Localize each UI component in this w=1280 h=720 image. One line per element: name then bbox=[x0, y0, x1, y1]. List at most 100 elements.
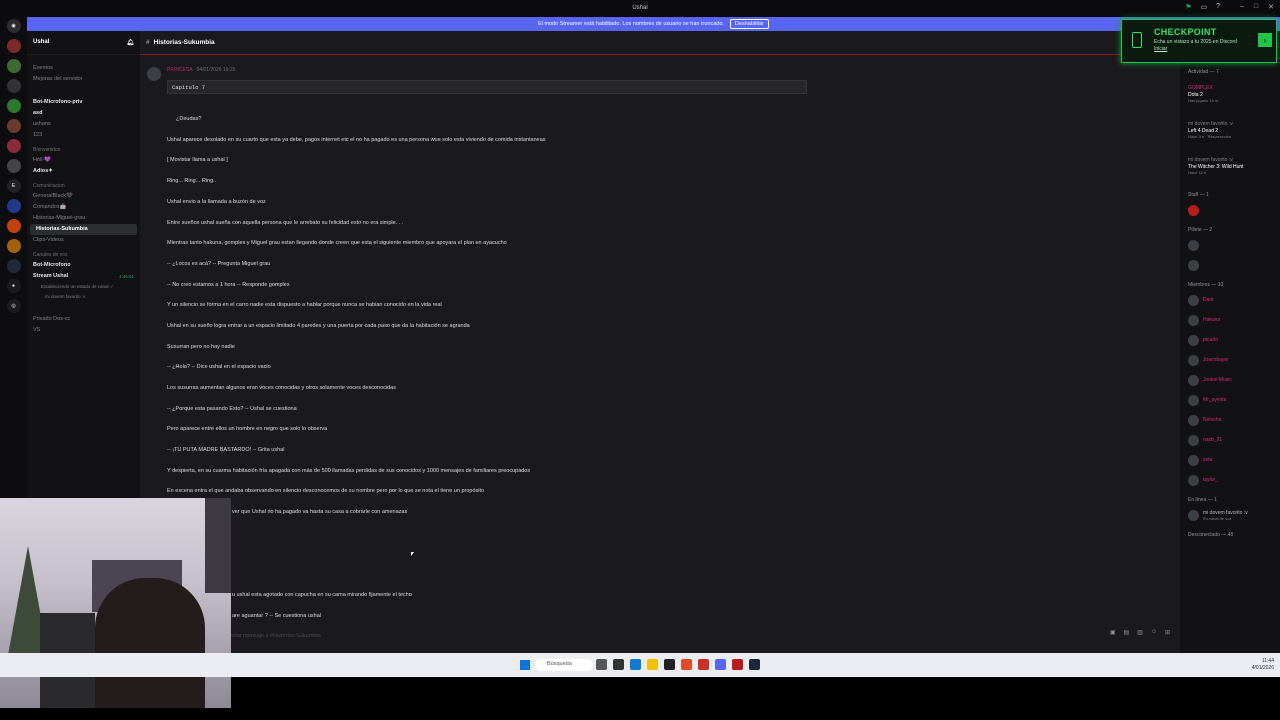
server-icon[interactable] bbox=[6, 119, 21, 133]
emoji-icon[interactable]: ☺ bbox=[1151, 629, 1157, 636]
add-server-icon[interactable]: ● bbox=[6, 279, 21, 293]
channel-item[interactable]: Comandos🤖 bbox=[27, 202, 140, 213]
activity-header: Actividad — 7 bbox=[1188, 69, 1219, 75]
staff-header: Staff — 1 bbox=[1188, 192, 1209, 198]
channel-item[interactable]: Clips-Videos bbox=[27, 235, 140, 246]
taskbar-clock[interactable]: 11:44 4/01/2026 bbox=[1252, 658, 1274, 672]
server-icon[interactable] bbox=[6, 159, 21, 173]
channel-item[interactable]: Holi-💜 bbox=[27, 155, 140, 166]
member-item[interactable]: ptcarlo bbox=[1180, 330, 1280, 350]
notification-bell-icon[interactable]: 🔔︎ bbox=[126, 39, 134, 46]
disable-streamer-button[interactable]: Deshabilitar bbox=[729, 19, 769, 29]
gif-icon[interactable]: ▤ bbox=[1123, 629, 1129, 636]
server-icon[interactable]: E bbox=[6, 179, 21, 193]
member-item[interactable]: Jookie Music bbox=[1180, 370, 1280, 390]
server-header[interactable]: Ushal 🔔︎ bbox=[27, 31, 140, 55]
server-icon[interactable] bbox=[6, 259, 21, 273]
activity-item[interactable]: GOMPLEX Dota 2 Has jugado 16 m bbox=[1180, 77, 1280, 113]
avatar[interactable] bbox=[147, 67, 161, 81]
help-icon[interactable]: ? bbox=[1216, 3, 1220, 11]
server-icon[interactable] bbox=[6, 39, 21, 53]
server-icon[interactable] bbox=[6, 79, 21, 93]
message-author[interactable]: PRINCESA bbox=[167, 67, 193, 73]
windows-taskbar: Búsqueda 11:44 4/01/2026 bbox=[0, 653, 1280, 677]
channel-item[interactable]: Historias-Miguel-grau bbox=[27, 213, 140, 224]
checkpoint-subtitle: Echa un vistazo a tu 2025 en Discord Ini… bbox=[1154, 39, 1237, 52]
maximize-button[interactable]: □ bbox=[1254, 3, 1258, 11]
message-line: Ushal aparece desolado en su cuarto que … bbox=[167, 137, 546, 143]
channel-item-active[interactable]: Historias-Sukumbia bbox=[30, 224, 137, 235]
member-item[interactable]: Hakuna bbox=[1180, 310, 1280, 330]
server-icon[interactable] bbox=[6, 99, 21, 113]
events-item[interactable]: Eventos bbox=[27, 63, 140, 74]
category-bienvenidos[interactable]: Bienvenidos bbox=[27, 145, 140, 155]
member-item[interactable]: Nelsoho bbox=[1180, 410, 1280, 430]
member-item[interactable]: nazb_21 bbox=[1180, 430, 1280, 450]
server-icon[interactable] bbox=[6, 199, 21, 213]
server-icon[interactable] bbox=[6, 219, 21, 233]
steam-icon[interactable] bbox=[749, 659, 760, 670]
brave-icon[interactable] bbox=[681, 659, 692, 670]
message-line: u ushal esta agotado con capucha en su c… bbox=[232, 592, 412, 598]
sticker-icon[interactable]: ▥ bbox=[1137, 629, 1143, 636]
server-icon[interactable] bbox=[6, 139, 21, 153]
minimize-button[interactable]: – bbox=[1240, 3, 1244, 11]
member-item[interactable]: zeta bbox=[1180, 450, 1280, 470]
file-icon[interactable] bbox=[613, 659, 624, 670]
voice-user[interactable]: mi dovem favorito :v bbox=[27, 291, 140, 302]
voice-channel-item[interactable]: VS bbox=[27, 325, 140, 336]
message-line: -- ¿Locos es acá? -- Pregunta Miguel gra… bbox=[167, 261, 271, 267]
app-icon[interactable] bbox=[698, 659, 709, 670]
message-composer[interactable]: Enviar mensaje a #Historias-Sukumbia bbox=[226, 629, 1166, 643]
checkpoint-promo[interactable]: CHECKPOINT Echa un vistazo a tu 2025 en … bbox=[1121, 19, 1277, 63]
channel-item[interactable]: 123 bbox=[27, 130, 140, 141]
apps-icon[interactable]: ⊞ bbox=[1165, 629, 1170, 636]
member-item[interactable] bbox=[1180, 235, 1280, 255]
members-group: Dani Hakuna ptcarlo Joacobayer Jookie Music M… bbox=[1180, 290, 1280, 490]
task-view-icon[interactable] bbox=[596, 659, 607, 670]
explore-icon[interactable]: ◎ bbox=[6, 299, 21, 313]
voice-channel-item[interactable]: Bot-Microfono bbox=[27, 260, 140, 271]
folder-icon[interactable] bbox=[647, 659, 658, 670]
member-name: Nelsoho bbox=[1203, 417, 1222, 423]
app-icon[interactable] bbox=[732, 659, 743, 670]
member-item[interactable]: mi dovem favorito :v En canal de voz bbox=[1180, 505, 1280, 525]
activity-item[interactable]: mi dovem favorito :v The Witcher 3: Wild… bbox=[1180, 149, 1280, 185]
member-item[interactable]: Joacobayer bbox=[1180, 350, 1280, 370]
member-item[interactable]: Mr_ayesta bbox=[1180, 390, 1280, 410]
avatar bbox=[1188, 394, 1199, 406]
activity-text: mi dovem favorito :v Left 4 Dead 2 Hace … bbox=[1188, 121, 1233, 140]
category-comunicacion[interactable]: Comunicacion bbox=[27, 181, 140, 191]
windows-start-icon[interactable] bbox=[520, 660, 530, 670]
category-voice[interactable]: Canales de voz bbox=[27, 250, 140, 260]
message-line: Los susurras aumentan algunos eran voces… bbox=[167, 385, 396, 391]
flag-icon[interactable]: ⚑ bbox=[1185, 3, 1191, 11]
server-icon[interactable] bbox=[6, 59, 21, 73]
message-header: PRINCESA 04/01/2026 19:26 bbox=[167, 67, 236, 73]
discord-icon[interactable] bbox=[715, 659, 726, 670]
channel-item[interactable]: Adios✦ bbox=[27, 166, 140, 177]
channel-item[interactable]: ushans bbox=[27, 119, 140, 130]
online-header: En línea — 1 bbox=[1188, 497, 1217, 503]
home-icon[interactable]: ◉ bbox=[6, 19, 21, 33]
channel-item[interactable]: GeneralBlack🖤 bbox=[27, 191, 140, 202]
app-icon[interactable] bbox=[664, 659, 675, 670]
clock-time: 11:44 bbox=[1261, 658, 1274, 664]
activity-item[interactable]: mi dovem favorito :v Left 4 Dead 2 Hace … bbox=[1180, 113, 1280, 149]
voice-channel-item[interactable]: Stream Ushal 4:46:01 bbox=[27, 271, 140, 282]
gift-icon[interactable]: ▣ bbox=[1110, 629, 1116, 636]
member-item[interactable]: Dani bbox=[1180, 290, 1280, 310]
server-icon[interactable] bbox=[6, 239, 21, 253]
edge-icon[interactable] bbox=[630, 659, 641, 670]
member-item[interactable] bbox=[1180, 255, 1280, 275]
close-button[interactable]: ✕ bbox=[1268, 3, 1274, 11]
voice-channel-item[interactable]: Privado Dos-cc bbox=[27, 314, 140, 325]
inbox-icon[interactable]: ▭ bbox=[1200, 3, 1207, 11]
member-item[interactable]: taylor_ bbox=[1180, 470, 1280, 490]
member-item[interactable] bbox=[1180, 200, 1280, 220]
server-boosts-item[interactable]: Mejoras del servidor bbox=[27, 74, 140, 85]
arrow-right-icon[interactable]: › bbox=[1258, 33, 1272, 47]
channel-item[interactable]: asd bbox=[27, 108, 140, 119]
taskbar-search[interactable]: Búsqueda bbox=[535, 659, 593, 671]
channel-item[interactable]: Bot-Microfono-priv bbox=[27, 97, 140, 108]
